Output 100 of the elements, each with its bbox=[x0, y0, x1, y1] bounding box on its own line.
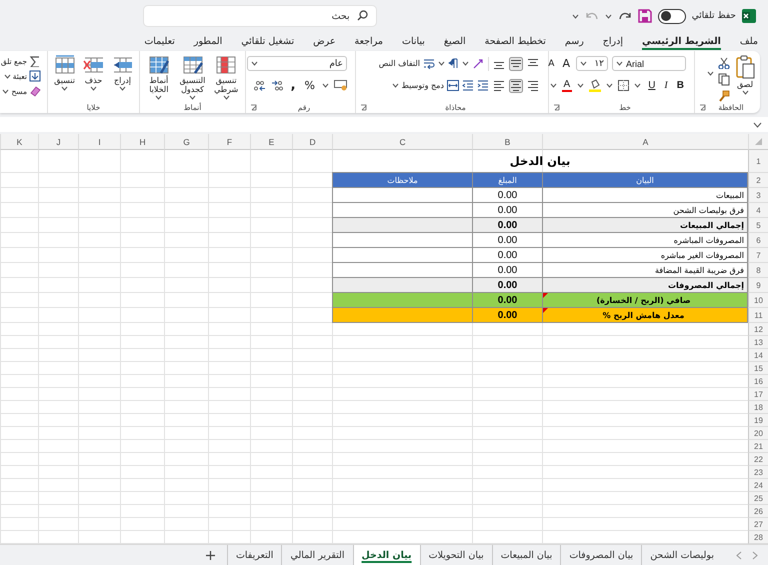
search-icon[interactable] bbox=[356, 10, 368, 21]
search-field[interactable]: بحث bbox=[144, 6, 376, 26]
increase-decimal-icon[interactable] bbox=[270, 80, 284, 91]
row-number: 24 bbox=[748, 479, 768, 492]
cell-styles-button[interactable]: أنماط الخلايا bbox=[144, 55, 174, 100]
redo-icon[interactable] bbox=[618, 10, 632, 22]
italic-button[interactable]: I bbox=[662, 80, 670, 91]
shrink-font-button[interactable]: A bbox=[546, 58, 556, 68]
caret-icon[interactable] bbox=[604, 14, 612, 18]
caret-icon[interactable] bbox=[634, 83, 642, 88]
caret-icon[interactable] bbox=[392, 83, 398, 88]
orientation-icon[interactable] bbox=[472, 58, 485, 70]
row-number: 14 bbox=[748, 349, 768, 362]
autosave-toggle[interactable] bbox=[658, 8, 686, 24]
underline-button[interactable]: U bbox=[646, 80, 658, 91]
caret-icon[interactable] bbox=[438, 61, 445, 66]
align-middle-icon[interactable] bbox=[509, 56, 523, 70]
sheet-tab[interactable]: التقرير المالي bbox=[281, 545, 353, 565]
percent-button[interactable]: % bbox=[302, 79, 317, 92]
paste-button[interactable]: لصق bbox=[734, 55, 756, 96]
table-cell: 0.00 bbox=[472, 233, 542, 248]
dialog-launcher-icon[interactable] bbox=[360, 104, 367, 110]
menu-tab[interactable]: المطور bbox=[194, 36, 222, 50]
accounting-format-icon[interactable] bbox=[334, 80, 347, 91]
expand-chevron-icon[interactable] bbox=[753, 122, 762, 128]
conditional-formatting-button[interactable]: تنسيق شرطي bbox=[211, 55, 241, 100]
scissors-icon[interactable] bbox=[718, 57, 730, 69]
row-number: 26 bbox=[748, 505, 768, 518]
comma-style-button[interactable]: , bbox=[288, 80, 298, 90]
format-painter-icon[interactable] bbox=[718, 90, 730, 102]
sheet-tab[interactable]: بيان المصروفات bbox=[560, 545, 642, 565]
menu-tab[interactable]: ملف bbox=[740, 36, 758, 50]
caret-icon[interactable] bbox=[462, 61, 469, 66]
wrap-text-button[interactable]: التفاف النص bbox=[378, 58, 435, 69]
caret-icon[interactable] bbox=[580, 61, 587, 66]
caret-icon[interactable] bbox=[4, 74, 11, 78]
font-size-dropdown[interactable]: ١٢ bbox=[576, 56, 608, 71]
align-right-icon[interactable] bbox=[526, 78, 540, 92]
delete-button[interactable]: حذف bbox=[81, 55, 106, 92]
fill-color-icon[interactable] bbox=[589, 79, 602, 92]
row-number: 5 bbox=[748, 218, 768, 233]
merge-center-button[interactable]: دمج وتوسيط bbox=[402, 80, 459, 91]
copy-icon[interactable] bbox=[718, 73, 730, 86]
caret-icon[interactable] bbox=[189, 95, 196, 100]
row-number: 20 bbox=[748, 427, 768, 440]
sheet-tab[interactable]: بيان المبيعات bbox=[492, 545, 560, 565]
bold-button[interactable]: B bbox=[674, 80, 686, 91]
caret-icon[interactable] bbox=[119, 86, 126, 92]
menu-tab[interactable]: مراجعة bbox=[354, 36, 384, 50]
caret-icon[interactable] bbox=[550, 83, 557, 88]
caret-icon[interactable] bbox=[322, 83, 329, 88]
row-number: 8 bbox=[748, 263, 768, 278]
insert-button[interactable]: إدراج bbox=[110, 55, 135, 92]
caret-icon[interactable] bbox=[2, 88, 10, 94]
paragraph-direction-icon[interactable] bbox=[448, 58, 459, 69]
caret-icon[interactable] bbox=[577, 83, 584, 88]
font-name-dropdown[interactable]: Arial bbox=[612, 56, 686, 71]
caret-icon[interactable] bbox=[222, 95, 230, 100]
format-button[interactable]: تنسيق bbox=[52, 55, 77, 92]
caret-icon[interactable] bbox=[251, 61, 258, 66]
caret-icon[interactable] bbox=[572, 14, 579, 18]
add-sheet-icon[interactable] bbox=[206, 550, 215, 560]
decrease-decimal-icon[interactable] bbox=[252, 80, 266, 91]
dialog-launcher-icon[interactable] bbox=[699, 104, 706, 110]
menu-tab[interactable]: عرض bbox=[313, 36, 336, 50]
save-icon[interactable] bbox=[638, 9, 652, 23]
row-number: 19 bbox=[748, 414, 768, 427]
menu-tab[interactable]: تخطيط الصفحة bbox=[484, 36, 546, 50]
number-format-dropdown[interactable]: عام bbox=[247, 56, 347, 71]
column-header: المبلغ bbox=[472, 173, 542, 188]
menu-tab[interactable]: رسم bbox=[564, 36, 584, 50]
align-center-icon[interactable] bbox=[509, 78, 523, 92]
menu-tab[interactable]: تشغيل تلقائي bbox=[241, 36, 294, 50]
caret-icon[interactable] bbox=[61, 86, 68, 92]
table-cell: إجمالي المصروفات bbox=[542, 278, 748, 293]
dialog-launcher-icon[interactable] bbox=[553, 104, 560, 110]
sheet-tab[interactable]: التعريفات bbox=[226, 545, 282, 565]
merge-cells-icon bbox=[447, 80, 459, 91]
caret-icon[interactable] bbox=[606, 83, 614, 88]
sheet-tab[interactable]: بيان الدخل bbox=[352, 545, 420, 565]
menu-tab[interactable]: إدراج bbox=[602, 36, 624, 50]
caret-icon[interactable] bbox=[616, 61, 623, 66]
caret-icon[interactable] bbox=[155, 95, 162, 100]
caret-icon[interactable] bbox=[707, 71, 714, 76]
menu-tab[interactable]: بيانات bbox=[402, 36, 425, 50]
menu-tab[interactable]: تعليمات bbox=[144, 36, 175, 50]
sheet-tab[interactable]: بوليصات الشحن bbox=[641, 545, 722, 565]
grow-font-button[interactable]: A bbox=[560, 57, 572, 70]
font-color-button[interactable]: A bbox=[562, 80, 572, 92]
caret-icon[interactable] bbox=[742, 90, 748, 96]
column-letter: B bbox=[472, 134, 542, 150]
decrease-indent-icon[interactable] bbox=[462, 80, 474, 91]
format-as-table-button[interactable]: التنسيق كجدول bbox=[178, 55, 208, 100]
dialog-launcher-icon[interactable] bbox=[250, 104, 257, 110]
borders-icon[interactable] bbox=[618, 80, 630, 91]
menu-tab[interactable]: الصيغ bbox=[444, 36, 466, 50]
caret-icon[interactable] bbox=[90, 86, 97, 92]
increase-indent-icon[interactable] bbox=[477, 80, 489, 91]
clipboard-icon bbox=[734, 55, 756, 79]
align-left-icon[interactable] bbox=[492, 78, 506, 92]
